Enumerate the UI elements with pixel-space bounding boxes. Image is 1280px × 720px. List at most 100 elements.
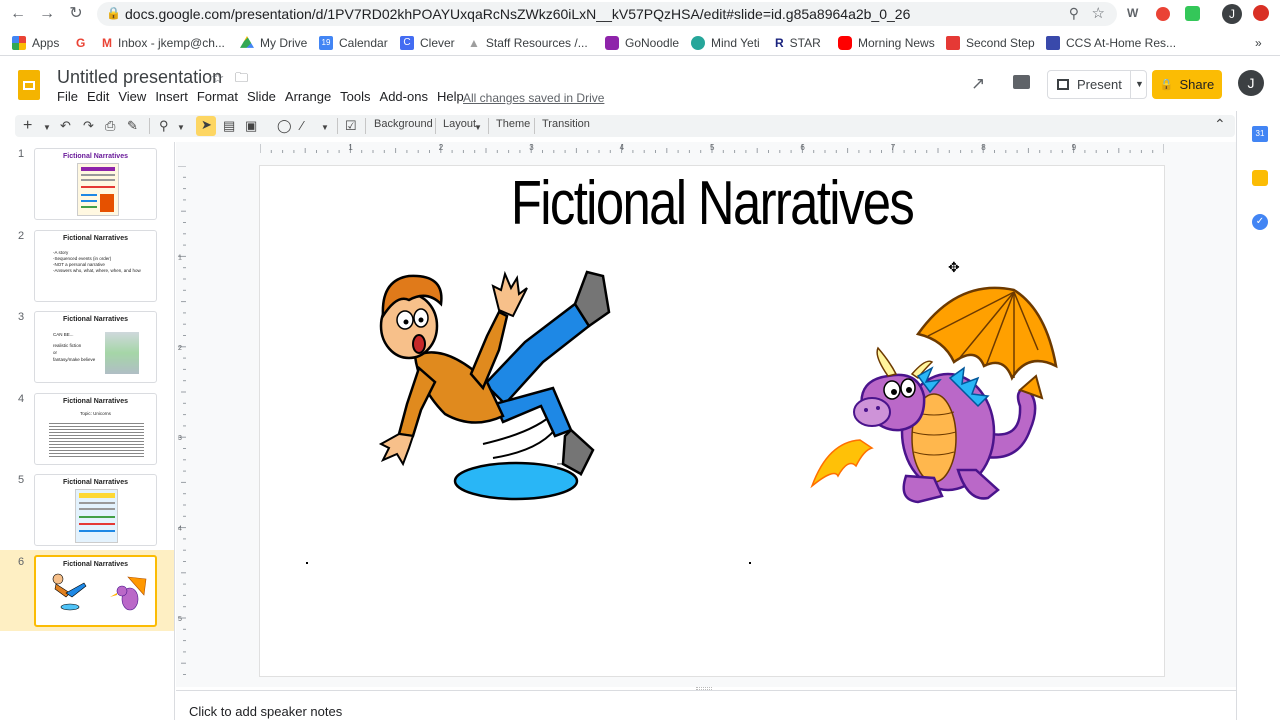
- new-slide-icon[interactable]: +: [23, 117, 32, 135]
- activity-trend-icon[interactable]: ↗: [971, 74, 985, 94]
- bookmark-calendar[interactable]: 19 Calendar: [319, 36, 388, 50]
- current-slide[interactable]: Fictional Narratives ✥: [260, 166, 1164, 676]
- present-button[interactable]: Present ▼: [1047, 70, 1147, 99]
- falling-boy-clipart[interactable]: [375, 264, 615, 506]
- slide-thumbnail-3[interactable]: Fictional Narratives CAN BE... realistic…: [34, 311, 157, 383]
- bookmark-ccs-at-home[interactable]: CCS At-Home Res...: [1046, 36, 1176, 50]
- ruler-label: 9: [1072, 143, 1077, 152]
- mind-yeti-icon: [691, 36, 705, 50]
- tasks-icon[interactable]: ✓: [1252, 214, 1268, 230]
- extension-red-circle-icon[interactable]: [1253, 5, 1269, 21]
- slide-number: 6: [18, 556, 25, 568]
- calendar-icon[interactable]: 31: [1252, 126, 1268, 142]
- dragon-clipart[interactable]: [808, 280, 1062, 510]
- ruler-label: 6: [800, 143, 805, 152]
- slide-thumbnail-4[interactable]: Fictional Narratives Topic: Unicorns: [34, 393, 157, 465]
- menu-slide[interactable]: Slide: [247, 89, 283, 104]
- undo-icon[interactable]: ↶: [60, 117, 71, 135]
- menu-format[interactable]: Format: [197, 89, 245, 104]
- notes-resize-handle[interactable]: [696, 687, 712, 690]
- collapse-toolbar-icon[interactable]: ⌃: [1214, 115, 1226, 133]
- save-status[interactable]: All changes saved in Drive: [463, 91, 604, 105]
- menu-edit[interactable]: Edit: [87, 89, 116, 104]
- ruler-label: 5: [178, 616, 182, 623]
- menu-arrange[interactable]: Arrange: [285, 89, 338, 104]
- menu-tools[interactable]: Tools: [340, 89, 377, 104]
- slide-thumbnail-body: -A story -Sequenced events (in order) -N…: [53, 250, 141, 273]
- zoom-icon[interactable]: ⚲: [159, 117, 169, 135]
- select-tool[interactable]: ➤: [196, 116, 216, 136]
- profile-avatar[interactable]: J: [1222, 4, 1242, 24]
- bookmark-gonoodle[interactable]: GoNoodle: [605, 36, 679, 50]
- menu-file[interactable]: File: [57, 89, 85, 104]
- bookmark-star-icon[interactable]: ☆: [1092, 4, 1105, 22]
- transition-button[interactable]: Transition: [542, 118, 590, 130]
- slide-title[interactable]: Fictional Narratives: [341, 168, 1082, 239]
- new-slide-dropdown-icon[interactable]: ▼: [43, 119, 51, 137]
- menu-add-ons[interactable]: Add-ons: [380, 89, 435, 104]
- falling-boy-thumbnail: [52, 573, 87, 611]
- slide-thumbnail-1[interactable]: Fictional Narratives: [34, 148, 157, 220]
- print-icon[interactable]: ⎙: [105, 117, 115, 135]
- slide-thumbnail-2[interactable]: Fictional Narratives -A story -Sequenced…: [34, 230, 157, 302]
- theme-button[interactable]: Theme: [496, 118, 530, 130]
- keep-icon[interactable]: [1252, 170, 1268, 186]
- ruler-label: 1: [348, 143, 353, 152]
- bookmark-star[interactable]: R STAR: [775, 36, 821, 50]
- url-text: docs.google.com/presentation/d/1PV7RD02k…: [125, 6, 911, 22]
- move-folder-icon[interactable]: 🗀: [235, 69, 248, 91]
- bookmark-my-drive[interactable]: My Drive: [240, 36, 307, 50]
- bookmark-inbox[interactable]: M Inbox - jkemp@ch...: [102, 36, 225, 50]
- back-icon[interactable]: ←: [8, 4, 28, 24]
- bookmark-apps[interactable]: Apps: [12, 36, 59, 50]
- layout-button[interactable]: Layout: [443, 118, 476, 130]
- menu-view[interactable]: View: [118, 89, 153, 104]
- line-dropdown-icon[interactable]: ▼: [321, 119, 329, 137]
- account-avatar[interactable]: J: [1238, 70, 1264, 96]
- address-bar[interactable]: 🔒 docs.google.com/presentation/d/1PV7RD0…: [97, 2, 1117, 26]
- reload-icon[interactable]: ↻: [66, 4, 86, 24]
- zoom-icon[interactable]: ⚲: [1069, 5, 1079, 22]
- more-bookmarks-icon[interactable]: »: [1255, 36, 1262, 50]
- layout-dropdown-icon[interactable]: ▼: [474, 119, 482, 137]
- shape-icon[interactable]: ◯: [277, 117, 292, 135]
- slide-thumbnail-5[interactable]: Fictional Narratives: [34, 474, 157, 546]
- bookmark-clever[interactable]: C Clever: [400, 36, 455, 50]
- gmail-icon: M: [102, 36, 112, 50]
- slide-thumbnail-body: CAN BE... realistic fiction or fantasy/m…: [53, 332, 96, 362]
- slides-header: Untitled presentation ☆ 🗀 File Edit View…: [0, 57, 1264, 111]
- slide-thumbnail-title: Fictional Narratives: [63, 398, 128, 405]
- share-button[interactable]: 🔒 Share: [1152, 70, 1222, 99]
- speaker-notes-placeholder[interactable]: Click to add speaker notes: [189, 704, 342, 719]
- extension-w-icon[interactable]: W: [1127, 6, 1138, 20]
- bookmark-google[interactable]: G: [76, 36, 85, 50]
- slide-thumbnail-6[interactable]: Fictional Narratives: [34, 555, 157, 627]
- bookmark-mind-yeti[interactable]: Mind Yeti: [691, 36, 760, 50]
- paint-format-icon[interactable]: ✎: [127, 117, 138, 135]
- speaker-notes[interactable]: Click to add speaker notes: [176, 687, 1236, 720]
- bookmark-morning-news[interactable]: Morning News: [838, 36, 935, 50]
- slide-thumbnail-subtitle: Topic: Unicorns: [80, 411, 111, 416]
- comments-icon[interactable]: [1013, 75, 1030, 89]
- bookmark-staff-resources[interactable]: ▲ Staff Resources /...: [468, 36, 588, 50]
- extension-green-icon[interactable]: [1185, 6, 1200, 21]
- doc-title[interactable]: Untitled presentation: [57, 67, 222, 87]
- add-comment-icon[interactable]: ☑: [345, 117, 357, 135]
- slides-logo-icon[interactable]: [18, 70, 40, 100]
- image-icon[interactable]: ▣: [245, 117, 257, 135]
- extension-red-icon[interactable]: [1156, 7, 1170, 21]
- slide-thumbnail-title: Fictional Narratives: [63, 561, 128, 568]
- empty-placeholder-marker: [749, 562, 751, 564]
- forward-icon[interactable]: →: [37, 4, 57, 24]
- apps-grid-icon: [12, 36, 26, 50]
- redo-icon[interactable]: ↷: [83, 117, 94, 135]
- zoom-dropdown-icon[interactable]: ▼: [177, 119, 185, 137]
- line-icon[interactable]: ∕: [301, 117, 303, 135]
- background-button[interactable]: Background: [374, 118, 433, 130]
- text-box-icon[interactable]: ▤: [223, 117, 235, 135]
- slide-number: 1: [18, 148, 25, 160]
- bookmark-second-step[interactable]: Second Step: [946, 36, 1035, 50]
- star-icon[interactable]: ☆: [211, 69, 224, 87]
- menu-insert[interactable]: Insert: [155, 89, 195, 104]
- present-dropdown-icon[interactable]: ▼: [1130, 71, 1144, 98]
